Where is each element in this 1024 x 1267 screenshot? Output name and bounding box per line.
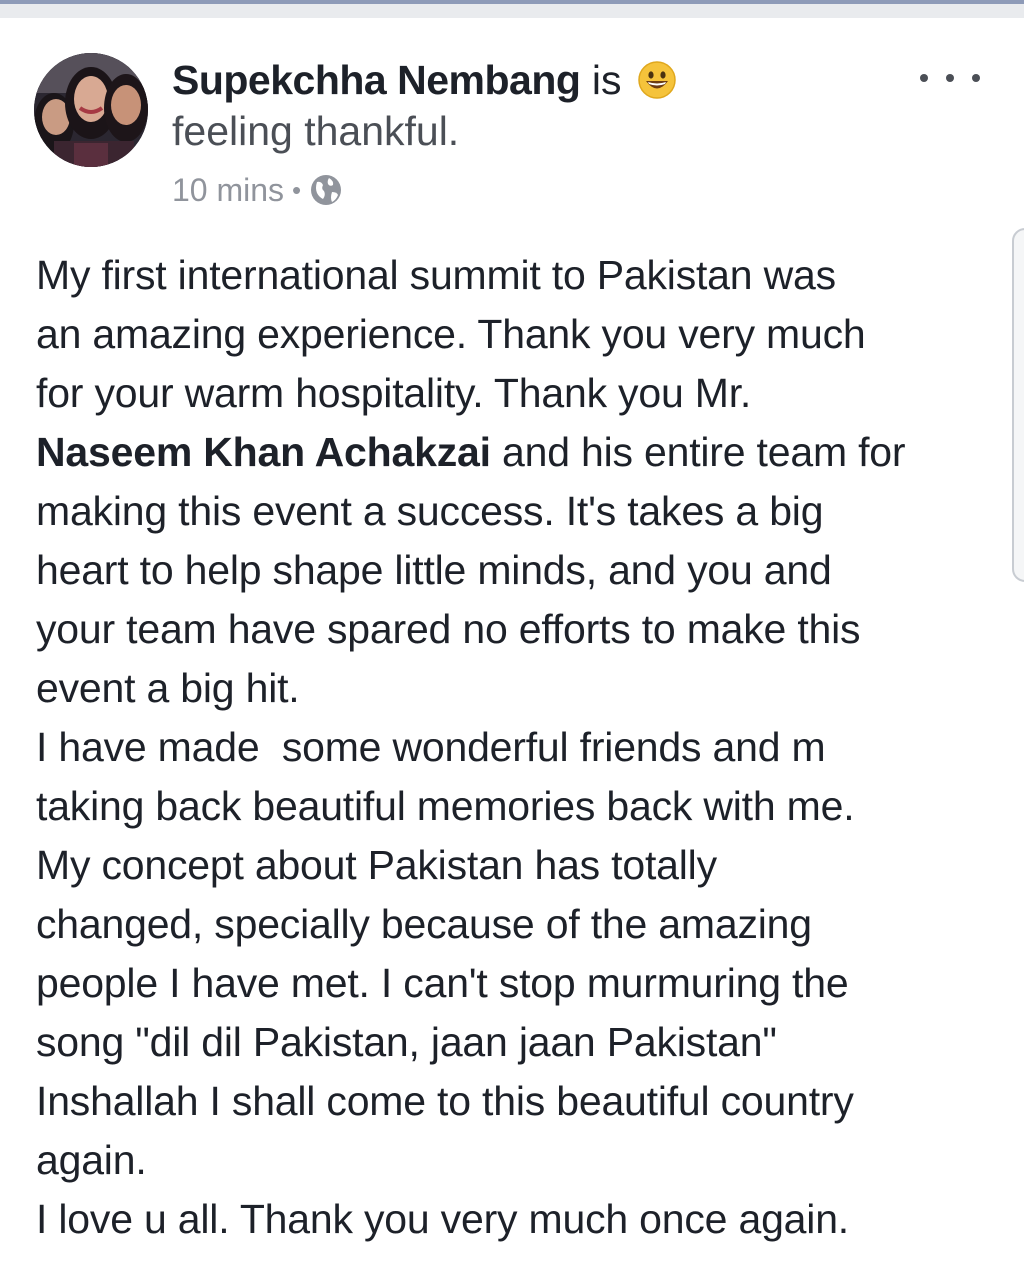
post-header: Supekchha Nembang is feeling thankful. 1…: [172, 54, 872, 210]
post-text-line: I have made some wonderful friends and m: [36, 724, 826, 770]
post-text-line: taking back beautiful memories back with…: [36, 783, 855, 829]
post-text-line: Inshallah I shall come to this beautiful…: [36, 1078, 854, 1124]
post-timestamp[interactable]: 10 mins: [172, 170, 284, 210]
feed-separator: [0, 4, 1024, 18]
avatar[interactable]: [34, 53, 148, 167]
feeling-status: feeling thankful.: [172, 108, 460, 154]
is-word: is: [591, 57, 622, 103]
dot: [946, 74, 954, 82]
post-text-line: your team have spared no efforts to make…: [36, 606, 861, 652]
meta-separator: •: [292, 175, 302, 205]
avatar-photo: [34, 53, 148, 167]
more-dots-icon[interactable]: [920, 66, 980, 90]
dot: [972, 74, 980, 82]
post-text-line: again.: [36, 1137, 147, 1183]
post-text-line: event a big hit.: [36, 665, 300, 711]
globe-icon[interactable]: [309, 173, 343, 207]
post-text-line: changed, specially because of the amazin…: [36, 901, 812, 947]
mentioned-name[interactable]: Naseem Khan Achakzai: [36, 429, 491, 475]
post-text-line: for your warm hospitality. Thank you Mr.: [36, 370, 752, 416]
post-text-line: My first international summit to Pakista…: [36, 252, 836, 298]
smiling-face-icon: [637, 60, 677, 100]
post-meta: 10 mins •: [172, 170, 872, 210]
post-text-line: I love u all. Thank you very much once a…: [36, 1196, 849, 1242]
post-text: My first international summit to Pakista…: [36, 246, 1016, 1249]
post-text-line: song "dil dil Pakistan, jaan jaan Pakist…: [36, 1019, 777, 1065]
post-text-line-with-mention: Naseem Khan Achakzai and his entire team…: [36, 423, 1016, 482]
author-name[interactable]: Supekchha Nembang: [172, 57, 581, 103]
post-text-line: making this event a success. It's takes …: [36, 488, 824, 534]
post-text-line: heart to help shape little minds, and yo…: [36, 547, 832, 593]
post-card: Supekchha Nembang is feeling thankful. 1…: [0, 18, 1024, 1267]
post-text-line: people I have met. I can't stop murmurin…: [36, 960, 849, 1006]
author-line: Supekchha Nembang is: [172, 54, 872, 106]
post-text-fragment: and his entire team for: [502, 429, 906, 475]
post-text-line: My concept about Pakistan has totally: [36, 842, 717, 888]
post-text-line: an amazing experience. Thank you very mu…: [36, 311, 866, 357]
dot: [920, 74, 928, 82]
